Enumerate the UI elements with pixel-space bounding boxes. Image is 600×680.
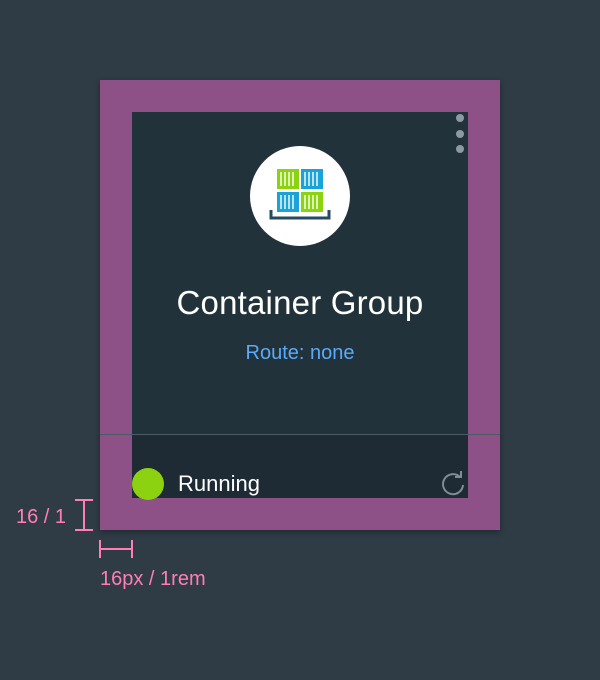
vertical-padding-label: 16 / 1 [16, 506, 67, 528]
measurement-markers [75, 499, 133, 558]
horizontal-padding-label: 16px / 1rem [100, 568, 206, 590]
stage: Container Group Route: none Running 16 /… [0, 0, 600, 680]
